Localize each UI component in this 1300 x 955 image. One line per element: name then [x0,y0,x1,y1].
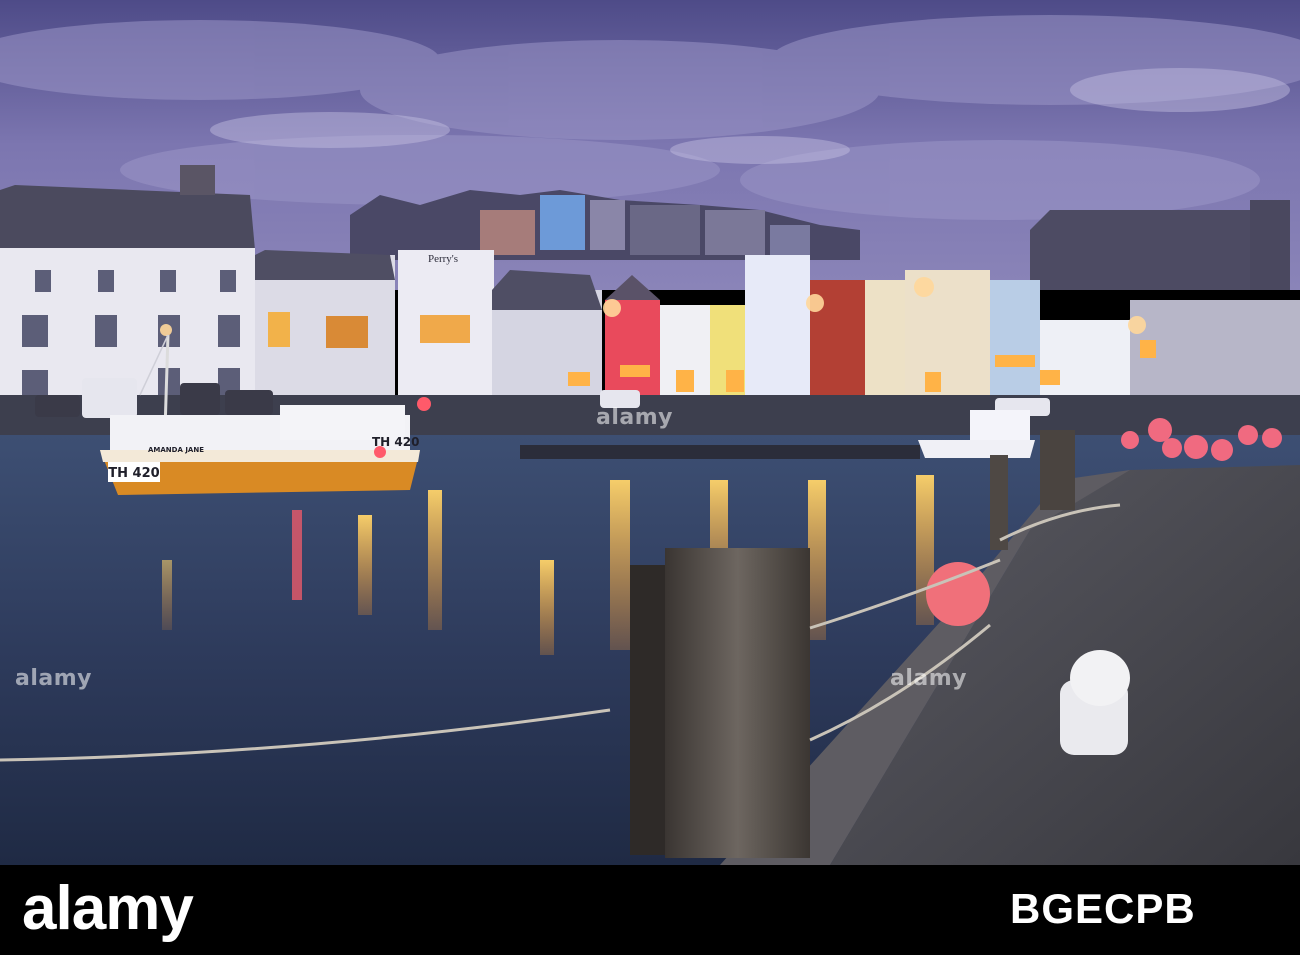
watermark: alamy [15,666,92,691]
boat-registration-bow: TH 420 [108,466,159,481]
boat-name: AMANDA JANE [148,446,204,454]
boat-registration-cabin: TH 420 [372,435,419,449]
pontoon [520,445,920,459]
harbour-scene: Perry's TH 420 AMANDA JANE TH 420 [0,0,1300,865]
wooden-post-dark [630,565,668,855]
alamy-logo: alamy [22,875,195,943]
church [1030,200,1290,290]
watermark: alamy [890,666,967,691]
image-code: BGECPB [1010,885,1196,932]
stock-photo: Perry's TH 420 AMANDA JANE TH 420 alamy … [0,0,1300,955]
wooden-post-far [1040,430,1075,510]
fender-buoy [926,562,990,626]
wooden-post-main [665,548,810,858]
alamy-logo-text: alamy [22,875,194,943]
watermark: alamy [596,405,673,430]
shop-sign: Perry's [428,253,458,265]
